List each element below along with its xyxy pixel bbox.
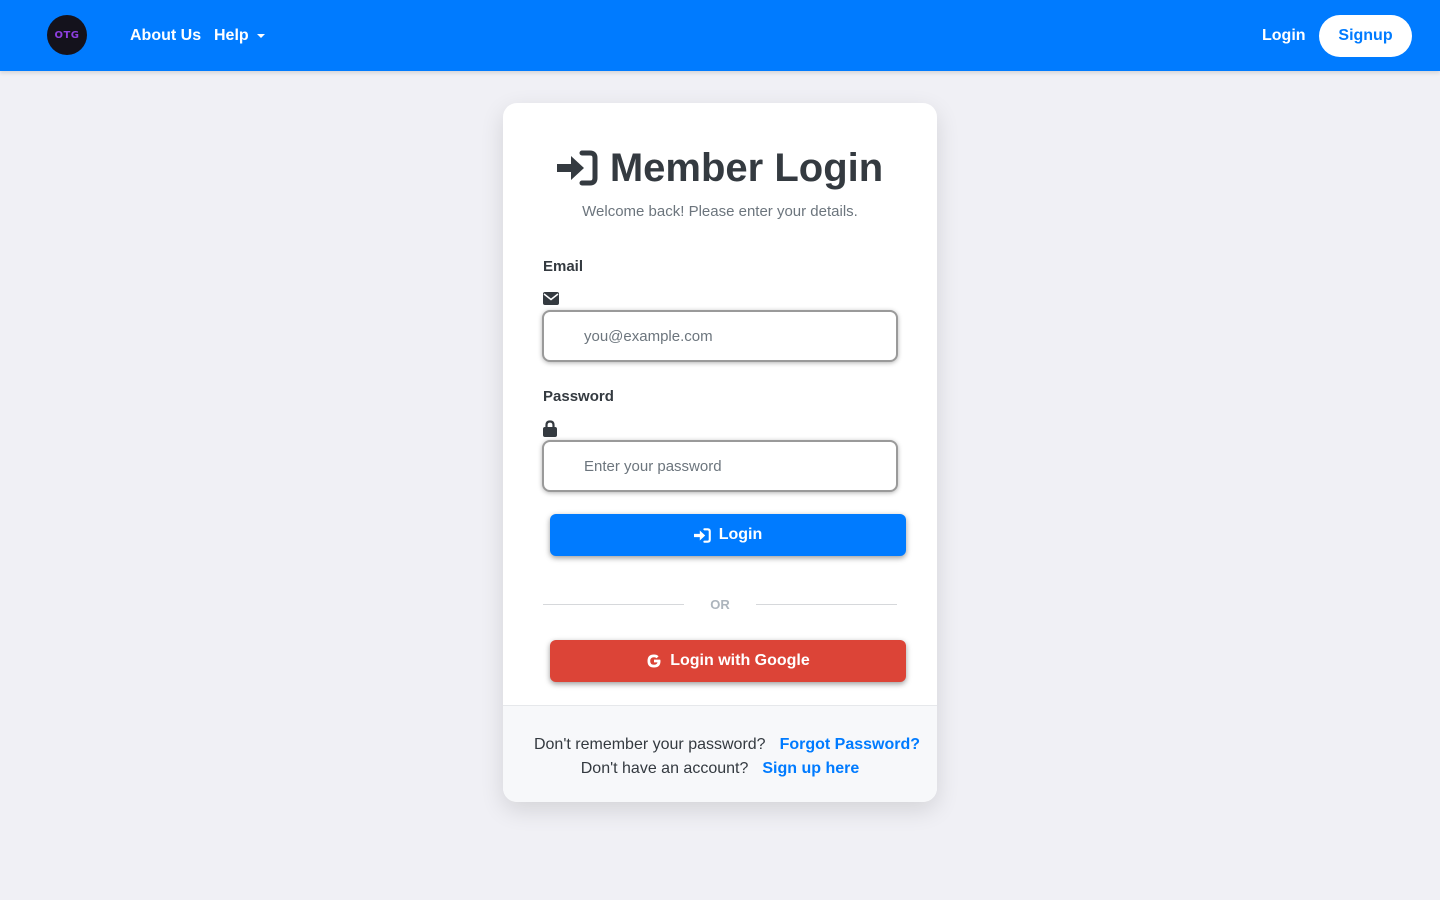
divider-text: OR bbox=[710, 597, 730, 612]
envelope-icon bbox=[543, 292, 559, 305]
signup-prompt: Don't have an account? bbox=[580, 760, 749, 777]
signup-link[interactable]: Sign up here bbox=[762, 760, 859, 777]
nav-login-link[interactable]: Login bbox=[1262, 26, 1306, 46]
google-button-label: Login with Google bbox=[670, 652, 810, 669]
caret-down-icon[interactable] bbox=[257, 34, 265, 38]
title-row: Member Login bbox=[503, 143, 937, 193]
forgot-password-row: Don't remember your password? Forgot Pass… bbox=[503, 735, 937, 755]
google-login-button[interactable]: Login with Google bbox=[550, 640, 906, 682]
signup-row: Don't have an account? Sign up here bbox=[503, 759, 937, 779]
email-label: Email bbox=[543, 258, 584, 275]
brand-logo[interactable]: OTG bbox=[47, 15, 87, 55]
logo-text: OTG bbox=[54, 29, 80, 41]
sign-in-icon bbox=[693, 527, 711, 543]
login-button[interactable]: Login bbox=[550, 514, 906, 556]
signup-button[interactable]: Signup bbox=[1319, 15, 1412, 57]
forgot-password-link[interactable]: Forgot Password? bbox=[780, 736, 920, 753]
login-card: Member Login Welcome back! Please enter … bbox=[503, 103, 937, 802]
sign-in-icon bbox=[556, 150, 598, 186]
card-footer: Don't remember your password? Forgot Pass… bbox=[503, 705, 937, 802]
nav-about-us-link[interactable]: About Us bbox=[130, 26, 201, 46]
nav-help-dropdown[interactable]: Help bbox=[214, 26, 249, 46]
page-title: Member Login bbox=[609, 146, 884, 190]
password-input[interactable] bbox=[542, 440, 898, 492]
forgot-password-prompt: Don't remember your password? bbox=[533, 736, 766, 753]
lock-icon bbox=[543, 420, 557, 437]
password-label: Password bbox=[543, 388, 614, 405]
login-button-label: Login bbox=[718, 526, 763, 543]
navbar: OTG About Us Help Login Signup bbox=[0, 0, 1440, 71]
google-icon bbox=[647, 654, 661, 668]
page-subtitle: Welcome back! Please enter your details. bbox=[582, 203, 858, 220]
email-input[interactable] bbox=[542, 310, 898, 362]
divider-line bbox=[756, 604, 897, 605]
